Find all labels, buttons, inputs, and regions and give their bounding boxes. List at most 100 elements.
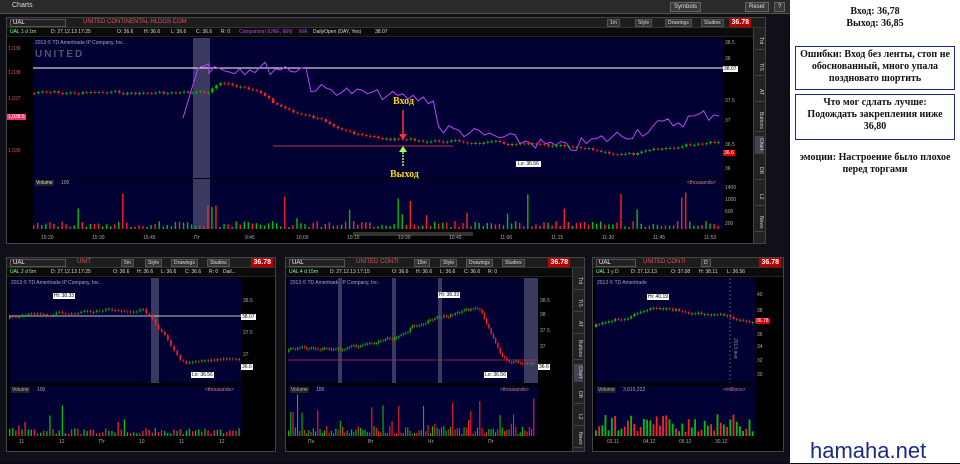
studies-button[interactable]: Studies	[502, 259, 525, 267]
volume-bar	[146, 226, 148, 229]
reset-button[interactable]: Reset	[745, 2, 769, 12]
time-tick: 05.12	[679, 439, 692, 445]
candle	[517, 360, 519, 363]
style-button[interactable]: Style	[145, 259, 163, 267]
time-tick: Чт	[428, 439, 434, 445]
tab-tis[interactable]: TIS	[574, 294, 583, 312]
candle	[499, 347, 501, 354]
tab-l2[interactable]: L2	[755, 188, 764, 206]
tab-buttons[interactable]: Buttons	[755, 110, 764, 132]
volume-bar	[719, 422, 722, 436]
volume-bar	[18, 425, 20, 436]
volume-bar	[259, 224, 262, 229]
volume-bar	[506, 430, 508, 436]
symbol-input[interactable]: UAL	[289, 259, 345, 267]
tab-tis[interactable]: TIS	[755, 58, 764, 76]
drawings-button[interactable]: Drawings	[171, 259, 198, 267]
tab-l2[interactable]: L2	[574, 408, 583, 426]
volume-bar	[526, 431, 528, 436]
symbols-button[interactable]: Symbols	[670, 2, 702, 12]
candle	[290, 347, 292, 350]
volume-bar	[373, 226, 375, 229]
volume-bar	[365, 222, 367, 229]
volume-bar	[385, 225, 387, 229]
aggregation-select[interactable]: 5m	[121, 259, 134, 267]
candle	[123, 310, 126, 312]
candle	[232, 358, 234, 360]
aggregation-select[interactable]: 1m	[607, 19, 620, 27]
candle	[170, 340, 172, 346]
volume-bar	[223, 223, 225, 229]
drawings-button[interactable]: Drawings	[466, 259, 493, 267]
symbol-input[interactable]: UAL	[10, 19, 66, 27]
tab-news[interactable]: News	[574, 430, 583, 448]
volume-bar	[499, 415, 501, 436]
tab-db[interactable]: DB	[755, 162, 764, 180]
tab-trd[interactable]: Trd	[755, 32, 764, 50]
studies-button[interactable]: Studies	[701, 19, 724, 27]
panel-4d-price-plot[interactable]: 2013 © TD Ameritrade IP Company, Inc. Hi…	[288, 278, 538, 383]
candle	[716, 314, 719, 316]
time-tick: 04.12	[643, 439, 656, 445]
panel-4d-volume[interactable]: Volume 100 <thousands>	[288, 386, 538, 436]
time-axis-scroll[interactable]	[33, 230, 723, 242]
tab-db[interactable]: DB	[574, 386, 583, 404]
panel-1y-volume[interactable]: Volume 3,615,222 <millions>	[595, 386, 755, 436]
tab-at[interactable]: AT	[755, 84, 764, 102]
tab-chart[interactable]: Chart	[574, 364, 583, 382]
volume-bar	[398, 405, 400, 436]
candle	[447, 316, 450, 318]
style-button[interactable]: Style	[440, 259, 458, 267]
volume-bar	[207, 430, 209, 436]
style-button[interactable]: Style	[635, 19, 653, 27]
tab-news[interactable]: News	[755, 214, 764, 232]
main-price-plot[interactable]: 2013 © TD Ameritrade IP Company, Inc. UN…	[33, 38, 723, 180]
candle	[210, 359, 213, 362]
symbol-input[interactable]: UAL	[596, 259, 636, 267]
tab-chart[interactable]: Chart	[755, 136, 764, 154]
candle	[441, 317, 443, 319]
volume-bar	[382, 405, 384, 436]
volume-bar	[563, 208, 565, 229]
drawings-button[interactable]: Drawings	[665, 19, 692, 27]
panel-2d-price-plot[interactable]: 2013 © TD Ameritrade IP Company, Inc. Hi…	[9, 278, 241, 383]
tab-at[interactable]: AT	[574, 316, 583, 334]
panel-2d-volume-svg	[9, 405, 240, 436]
main-volume-plot[interactable]: Volume 100 <thousands>	[33, 179, 723, 229]
panel-1y-price-plot[interactable]: 2013 © TD Ameritrade Hi: 40.19 2013 янв	[595, 278, 755, 383]
mistakes-note: Ошибки: Вход без ленты, стоп не обоснова…	[795, 46, 955, 90]
volume-bar	[227, 224, 229, 229]
volume-bar	[157, 432, 160, 436]
volume-axis: 1400 1000 600 200	[723, 179, 751, 229]
candle	[710, 314, 713, 316]
panel-4d-side-tabs: Trd TIS AT Buttons Chart DB L2 News	[572, 268, 584, 451]
candle	[623, 319, 626, 321]
candle	[55, 312, 58, 315]
symbol-input[interactable]: UAL	[10, 259, 66, 267]
aggregation-select[interactable]: 15m	[414, 259, 430, 267]
volume-bar	[742, 430, 744, 436]
candle	[668, 308, 671, 310]
volume-bar	[575, 223, 578, 229]
help-button[interactable]: ?	[774, 2, 786, 12]
tab-trd[interactable]: Trd	[574, 272, 583, 290]
studies-button[interactable]: Studies	[207, 259, 230, 267]
aggregation-select[interactable]: D	[701, 259, 711, 267]
charts-title: Charts	[12, 2, 33, 9]
volume-bar	[624, 226, 626, 229]
high-label: Hi: 38.33	[53, 293, 76, 299]
time-tick: 11:00	[500, 235, 513, 241]
candle	[46, 314, 48, 316]
volume-bar	[288, 430, 290, 436]
volume-bar	[231, 226, 233, 229]
volume-bar	[533, 398, 535, 436]
volume-bar	[210, 433, 212, 436]
candle	[348, 346, 351, 348]
volume-bar	[178, 221, 181, 229]
tab-buttons[interactable]: Buttons	[574, 338, 583, 360]
panel-2d-volume[interactable]: Volume 100 <thousands>	[9, 386, 241, 436]
time-tick: 30.12	[715, 439, 728, 445]
volume-bar	[655, 416, 658, 436]
volume-bar	[92, 429, 94, 436]
volume-bar	[33, 225, 35, 229]
